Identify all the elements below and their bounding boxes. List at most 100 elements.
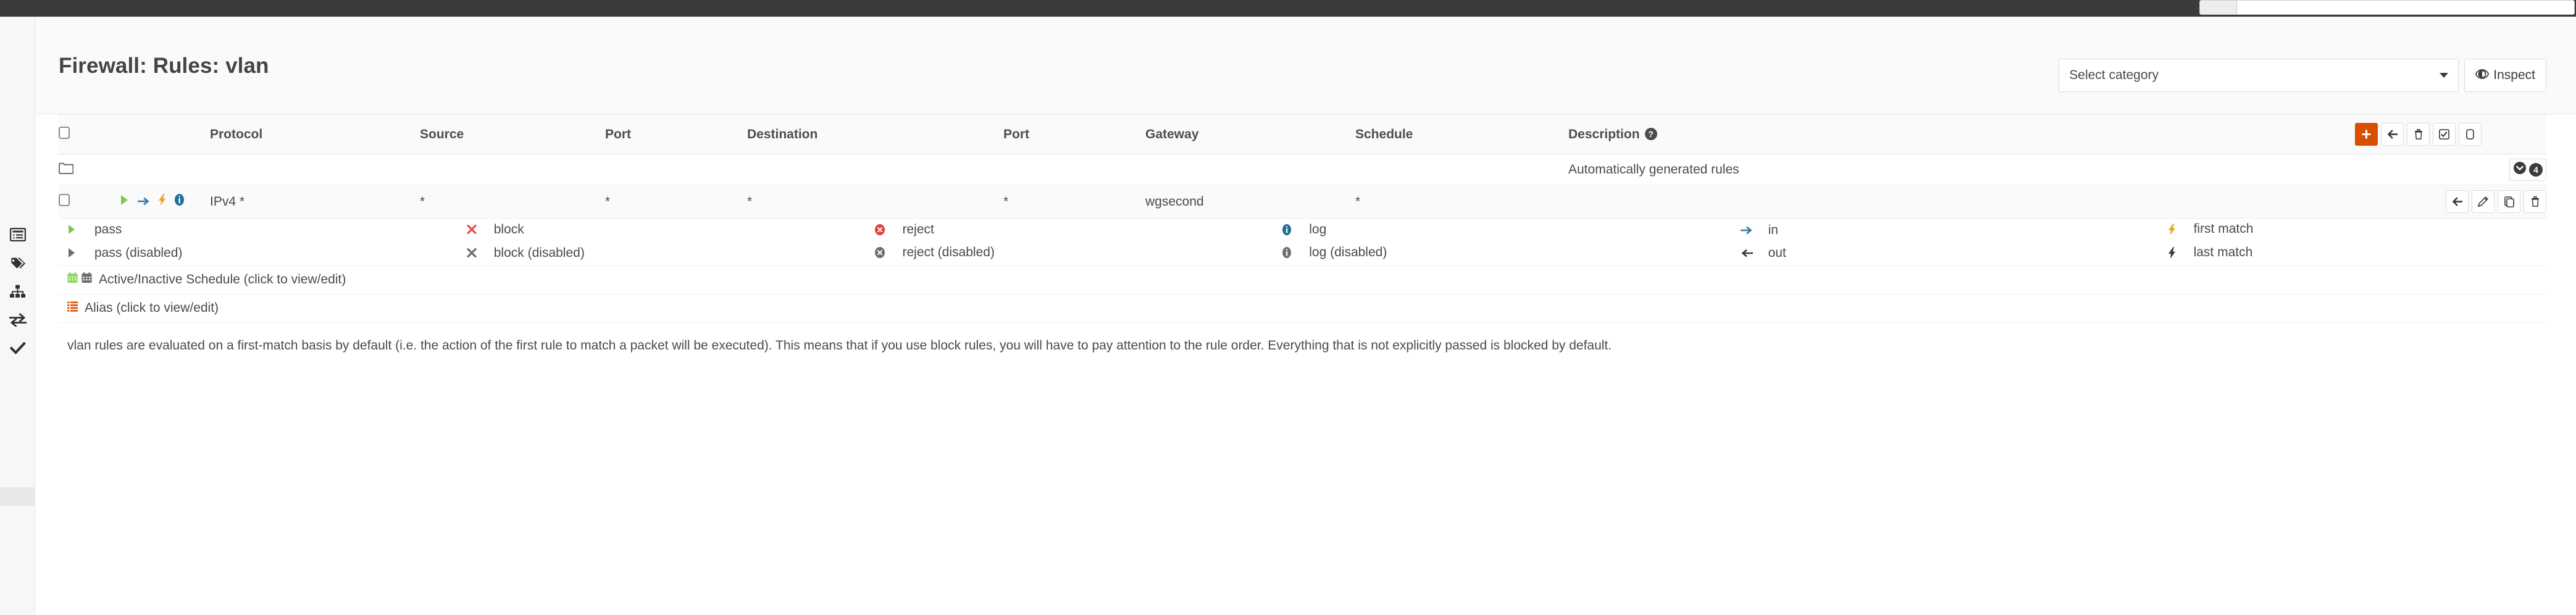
schedule-helper[interactable]: Active/Inactive Schedule (click to view/… (59, 266, 2546, 295)
select-all-button[interactable] (2433, 123, 2456, 146)
block-x-icon (467, 224, 477, 235)
legend-cell-last-match: last match (2168, 242, 2546, 266)
tags-icon (9, 256, 26, 270)
sidebar-item-aliases[interactable] (0, 249, 35, 277)
folder-icon (59, 162, 74, 177)
alias-helper[interactable]: Alias (click to view/edit) (59, 295, 2546, 323)
log-info-icon (1282, 224, 1292, 235)
table-row[interactable]: IPv4 * * * * * wgsecond * (59, 185, 2546, 219)
legend-table: pass block reject log in first match pas… (59, 219, 2546, 266)
legend-label-in: in (1768, 222, 1778, 237)
search-input[interactable] (2236, 0, 2575, 15)
pass-arrow-icon (120, 195, 129, 209)
reject-circle-disabled-icon (874, 247, 885, 259)
move-rules-button[interactable] (2381, 123, 2404, 146)
group-destination-cell (747, 154, 1003, 185)
legend-row-disabled: pass (disabled) block (disabled) reject … (59, 242, 2546, 266)
rule-select-cell (59, 185, 93, 219)
logs-icon (9, 228, 26, 241)
block-x-disabled-icon (467, 248, 477, 258)
delete-rule-button[interactable] (2524, 190, 2546, 213)
sitemap-icon (9, 284, 26, 299)
header-actions-cell (2355, 114, 2546, 154)
footer-note: vlan rules are evaluated on a first-matc… (67, 338, 1612, 353)
header-source: Source (420, 114, 605, 154)
inspect-button[interactable]: Inspect (2464, 59, 2546, 92)
inspect-label: Inspect (2493, 68, 2535, 82)
sidebar-item-groups[interactable] (0, 277, 35, 306)
legend-cell-reject: reject (874, 219, 1283, 242)
legend-label-pass-disabled: pass (disabled) (94, 245, 183, 260)
edit-rule-button[interactable] (2472, 190, 2494, 213)
clone-rule-button[interactable] (2498, 190, 2520, 213)
direction-out-icon (1741, 249, 1754, 257)
chevron-down-circle-icon (2513, 161, 2527, 178)
legend-cell-first-match: first match (2168, 219, 2546, 242)
rule-gateway-cell: wgsecond (1145, 185, 1355, 219)
sidebar-item-apply[interactable] (0, 334, 35, 362)
legend-cell-out: out (1741, 242, 2168, 266)
legend-label-first-match: first match (2193, 222, 2254, 236)
global-search-group[interactable] (2199, 0, 2575, 15)
deselect-all-button[interactable] (2459, 123, 2482, 146)
alias-list-icon (67, 301, 78, 316)
rule-source-port-cell: * (605, 185, 747, 219)
legend-label-block-disabled: block (disabled) (493, 245, 585, 260)
header-description: Description? (1568, 114, 2355, 154)
rule-action-group (2446, 190, 2546, 213)
last-match-bolt-icon (2168, 246, 2177, 259)
legend-cell-reject-disabled: reject (disabled) (874, 242, 1283, 266)
legend-cell-in: in (1740, 219, 2168, 242)
question-mark-icon[interactable]: ? (1644, 127, 1657, 140)
check-icon (9, 341, 26, 355)
header-destination: Destination (747, 114, 1003, 154)
rule-protocol-cell: IPv4 * (210, 185, 420, 219)
legend-label-log-disabled: log (disabled) (1309, 245, 1387, 260)
category-select[interactable]: Select category (2059, 59, 2459, 92)
header-schedule: Schedule (1355, 114, 1568, 154)
log-icon (175, 194, 184, 209)
header-select-all-cell (59, 114, 93, 154)
page-title: Firewall: Rules: vlan (59, 54, 269, 78)
rule-status-icons (93, 194, 184, 209)
legend-cell-log-disabled: log (disabled) (1282, 242, 1740, 266)
collapse-group-button[interactable]: 4 (2509, 158, 2546, 181)
sidebar-item-nat[interactable] (0, 306, 35, 334)
legend-cell-block: block (467, 219, 875, 242)
group-gateway-cell (1145, 154, 1355, 185)
rule-checkbox[interactable] (59, 193, 70, 209)
delete-selected-button[interactable] (2407, 123, 2430, 146)
table-row[interactable]: Automatically generated rules 4 (59, 154, 2546, 185)
search-scope-button[interactable] (2199, 0, 2236, 15)
direction-in-icon (1740, 226, 1754, 235)
top-dark-bar (0, 0, 2576, 17)
legend-cell-block-disabled: block (disabled) (467, 242, 875, 266)
rules-table-container: Protocol Source Port Destination Port Ga… (35, 114, 2576, 219)
header-gateway: Gateway (1145, 114, 1355, 154)
group-schedule-cell (1355, 154, 1568, 185)
schedule-helper-icons (67, 272, 92, 287)
rule-destination-port-cell: * (1003, 185, 1145, 219)
rule-schedule-cell: * (1355, 185, 1568, 219)
header-icons-cell (93, 114, 210, 154)
group-description-cell: Automatically generated rules (1568, 154, 2355, 185)
exchange-icon (9, 313, 27, 327)
group-source-cell (420, 154, 605, 185)
legend-label-log: log (1309, 222, 1327, 236)
sidebar-item-logs[interactable] (0, 220, 35, 249)
add-rule-button[interactable] (2355, 123, 2378, 146)
rule-icons-cell (93, 185, 210, 219)
group-destination-port-cell (1003, 154, 1145, 185)
sidebar-active-indicator (0, 487, 35, 506)
page-header-controls: Select category Inspect (2059, 59, 2546, 92)
rule-source-cell: * (420, 185, 605, 219)
pass-triangle-disabled-icon (67, 248, 77, 258)
select-all-checkbox[interactable] (59, 126, 70, 142)
group-actions-cell: 4 (2355, 154, 2546, 185)
move-rule-button[interactable] (2446, 190, 2469, 213)
legend-label-reject-disabled: reject (disabled) (902, 245, 995, 260)
main-content: Firewall: Rules: vlan Select category In… (35, 17, 2576, 615)
legend-cell-pass-disabled: pass (disabled) (59, 242, 467, 266)
first-match-icon (159, 194, 166, 209)
rule-source-value: * (420, 194, 425, 209)
